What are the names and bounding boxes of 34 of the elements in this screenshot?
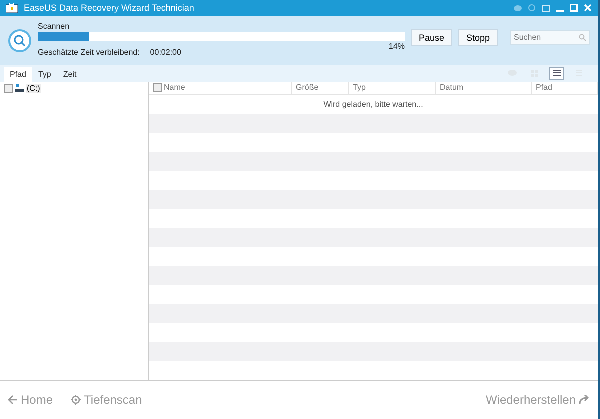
target-icon bbox=[71, 394, 82, 405]
search-field[interactable]: Suchen bbox=[510, 30, 590, 46]
scan-label: Scannen bbox=[38, 22, 71, 31]
column-header[interactable]: Typ bbox=[353, 83, 366, 92]
search-icon bbox=[579, 34, 586, 42]
eta-label: Geschätzte Zeit verbleibend: bbox=[38, 48, 140, 57]
drive-icon bbox=[15, 84, 24, 92]
search-icon bbox=[8, 28, 32, 53]
arrow-left-icon bbox=[8, 394, 18, 405]
tab[interactable]: Zeit bbox=[57, 66, 83, 82]
tab[interactable]: Typ bbox=[32, 66, 58, 82]
column-header[interactable]: Datum bbox=[440, 83, 464, 92]
briefcase-icon bbox=[6, 3, 18, 14]
recover-link[interactable]: Wiederherstellen bbox=[486, 392, 590, 407]
progress-percent: 14% bbox=[388, 42, 405, 53]
eta-value: 00:02:00 bbox=[150, 48, 182, 57]
close-icon[interactable] bbox=[584, 4, 592, 12]
column-header[interactable]: Name bbox=[164, 83, 186, 92]
checkbox[interactable] bbox=[4, 84, 13, 93]
pause-button[interactable]: Pause bbox=[410, 29, 452, 46]
checkbox[interactable] bbox=[153, 83, 162, 92]
arrow-right-icon bbox=[579, 395, 590, 404]
tree-item[interactable]: (C:) bbox=[26, 84, 42, 93]
list-icon bbox=[552, 70, 560, 76]
deep-scan-link[interactable]: Tiefenscan bbox=[71, 392, 142, 407]
stop-button[interactable]: Stopp bbox=[458, 29, 498, 46]
view-button[interactable] bbox=[549, 66, 564, 80]
maximize-icon[interactable] bbox=[570, 4, 578, 12]
loading-message: Wird geladen, bitte warten... bbox=[324, 100, 424, 109]
column-header[interactable]: Pfad bbox=[536, 83, 552, 92]
column-header[interactable]: Größe bbox=[296, 83, 319, 92]
home-link[interactable]: Home bbox=[8, 392, 54, 407]
window-title: EaseUS Data Recovery Wizard Technician bbox=[24, 3, 196, 14]
tab[interactable]: Pfad bbox=[4, 66, 32, 82]
